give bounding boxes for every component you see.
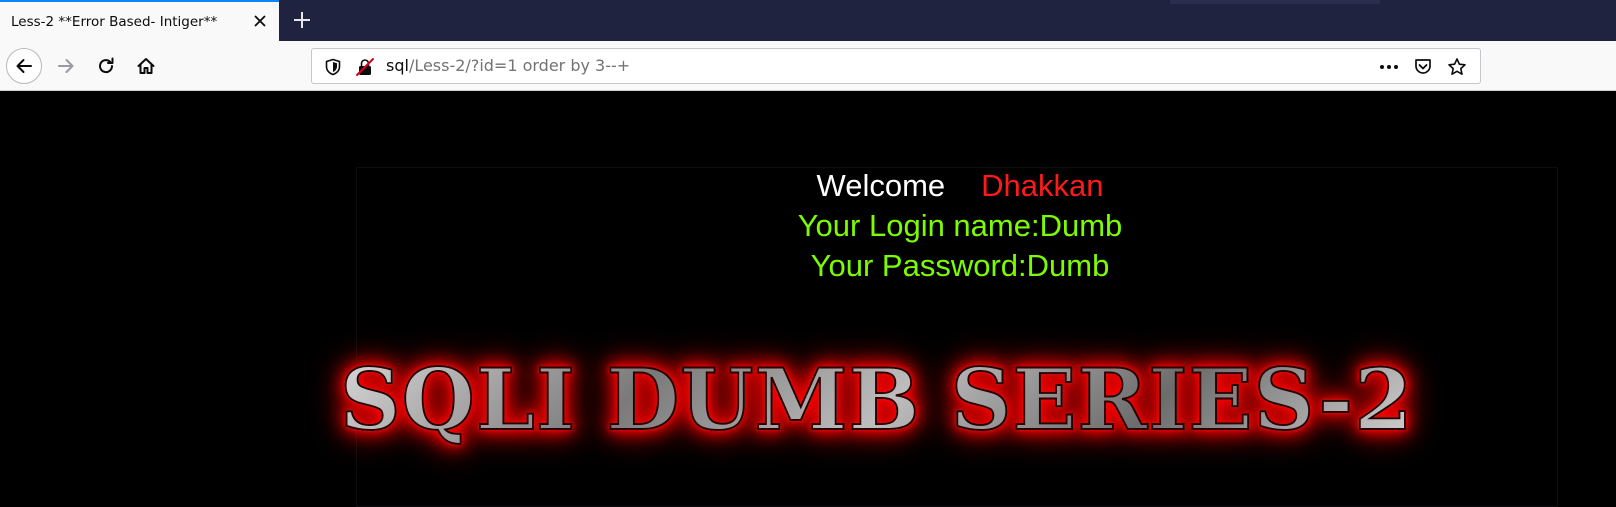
shield-icon[interactable] <box>323 57 343 77</box>
login-name-line: Your Login name:Dumb <box>797 208 1123 243</box>
series-banner: SQLI DUMB SERIES-2 <box>339 351 1580 449</box>
plus-icon[interactable] <box>290 8 314 32</box>
star-icon[interactable] <box>1446 57 1468 77</box>
tab-title: Less-2 **Error Based- Intiger** <box>11 13 218 30</box>
password-line: Your Password:Dumb <box>810 248 1110 283</box>
user-name: Dhakkan <box>981 168 1104 203</box>
navigation-toolbar: sql/Less-2/?id=1 order by 3--+ <box>0 41 1616 91</box>
close-icon[interactable] <box>250 11 270 31</box>
url-host: sql <box>386 56 409 75</box>
url-path: /Less-2/?id=1 order by 3--+ <box>408 56 631 75</box>
forward-button[interactable] <box>48 48 84 84</box>
back-button[interactable] <box>6 48 42 84</box>
tab-strip: Less-2 **Error Based- Intiger** <box>0 0 1616 41</box>
arrow-left-icon <box>16 59 32 73</box>
page-content: Welcome Dhakkan Your Login name:Dumb Your… <box>0 92 1616 507</box>
url-text[interactable]: sql/Less-2/?id=1 order by 3--+ <box>386 56 630 76</box>
reload-icon <box>99 57 114 74</box>
pocket-icon[interactable] <box>1412 57 1434 77</box>
more-horizontal-icon[interactable] <box>1378 57 1400 77</box>
tab-strip-shade <box>1170 0 1380 4</box>
reload-button[interactable] <box>88 48 124 84</box>
insecure-lock-icon[interactable] <box>355 57 375 77</box>
home-button[interactable] <box>128 48 164 84</box>
welcome-label: Welcome <box>816 168 946 203</box>
home-icon <box>137 58 155 74</box>
address-bar[interactable]: sql/Less-2/?id=1 order by 3--+ <box>311 48 1481 84</box>
tab-active[interactable]: Less-2 **Error Based- Intiger** <box>0 0 279 41</box>
welcome-line: Welcome Dhakkan <box>690 166 1230 206</box>
arrow-right-icon <box>58 59 74 73</box>
